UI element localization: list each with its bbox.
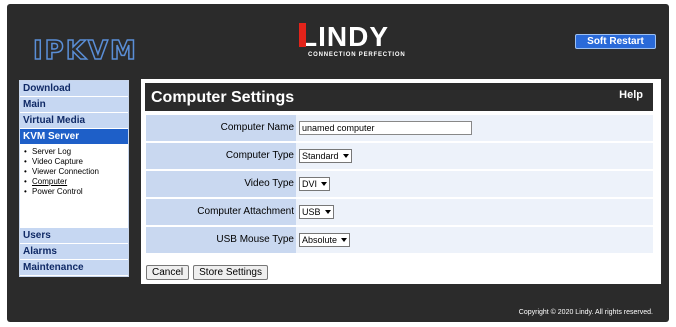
- sidebar-item-main[interactable]: Main: [20, 97, 128, 112]
- submenu-item-computer[interactable]: Computer: [24, 177, 128, 187]
- form-row-video-type: Video Type DVI: [146, 171, 653, 197]
- submenu-label: Computer: [32, 177, 68, 186]
- usb-mouse-type-label: USB Mouse Type: [146, 227, 296, 253]
- computer-attachment-value: USB: [302, 207, 321, 217]
- form-row-usb-mouse-type: USB Mouse Type Absolute: [146, 227, 653, 253]
- chevron-down-icon: [324, 210, 331, 214]
- form-row-computer-attachment: Computer Attachment USB: [146, 199, 653, 225]
- sidebar-item-download[interactable]: Download: [20, 81, 128, 96]
- sidebar-item-alarms[interactable]: Alarms: [20, 244, 128, 259]
- lindy-logo: LINDY CONNECTION PERFECTION: [300, 22, 420, 64]
- sidebar-item-users[interactable]: Users: [20, 228, 128, 243]
- sidebar-item-virtual-media[interactable]: Virtual Media: [20, 113, 128, 128]
- lindy-wordmark: LINDY: [300, 22, 420, 52]
- computer-type-value: Standard: [302, 151, 339, 161]
- chevron-down-icon: [342, 154, 349, 158]
- submenu-label: Video Capture: [32, 157, 83, 166]
- usb-mouse-type-select[interactable]: Absolute: [299, 233, 351, 247]
- computer-type-cell: Standard: [296, 143, 653, 169]
- submenu-label: Power Control: [32, 187, 83, 196]
- submenu-item-viewer-connection[interactable]: Viewer Connection: [24, 167, 128, 177]
- computer-attachment-cell: USB: [296, 199, 653, 225]
- help-link[interactable]: Help: [619, 89, 643, 101]
- soft-restart-button[interactable]: Soft Restart: [575, 34, 656, 49]
- computer-settings-form: Computer Name Computer Type Standard Vid…: [146, 115, 653, 255]
- submenu-label: Server Log: [32, 147, 72, 156]
- submenu-item-server-log[interactable]: Server Log: [24, 147, 128, 157]
- chevron-down-icon: [341, 238, 348, 242]
- computer-attachment-label: Computer Attachment: [146, 199, 296, 225]
- video-type-label: Video Type: [146, 171, 296, 197]
- sidebar-nav: Download Main Virtual Media KVM Server S…: [19, 80, 129, 277]
- store-settings-button[interactable]: Store Settings: [193, 265, 268, 280]
- logo-tagline: CONNECTION PERFECTION: [308, 52, 406, 58]
- usb-mouse-type-cell: Absolute: [296, 227, 653, 253]
- sidebar-item-maintenance[interactable]: Maintenance: [20, 260, 128, 275]
- submenu-item-video-capture[interactable]: Video Capture: [24, 157, 128, 167]
- video-type-select[interactable]: DVI: [299, 177, 331, 191]
- computer-name-input[interactable]: [299, 121, 472, 135]
- usb-mouse-type-value: Absolute: [302, 235, 338, 245]
- form-actions: Cancel Store Settings: [146, 265, 268, 280]
- computer-name-cell: [296, 115, 653, 141]
- computer-type-label: Computer Type: [146, 143, 296, 169]
- submenu-label: Viewer Connection: [32, 167, 100, 176]
- logo-wordmark-text: LINDY: [300, 21, 389, 52]
- form-row-computer-type: Computer Type Standard: [146, 143, 653, 169]
- panel-header: Computer Settings Help: [145, 83, 653, 111]
- submenu-item-power-control[interactable]: Power Control: [24, 187, 128, 197]
- main-panel: Computer Settings Help Computer Name Com…: [141, 79, 661, 284]
- form-row-computer-name: Computer Name: [146, 115, 653, 141]
- copyright-text: Copyright © 2020 Lindy. All rights reser…: [518, 309, 653, 316]
- sidebar-bottom-group: Users Alarms Maintenance: [20, 228, 128, 276]
- computer-attachment-select[interactable]: USB: [299, 205, 334, 219]
- cancel-button[interactable]: Cancel: [146, 265, 190, 280]
- page-title: Computer Settings: [151, 89, 295, 106]
- ipkvm-logo: IPKVM: [32, 35, 138, 67]
- video-type-cell: DVI: [296, 171, 653, 197]
- video-type-value: DVI: [302, 179, 318, 189]
- computer-name-label: Computer Name: [146, 115, 296, 141]
- sidebar-item-kvm-server[interactable]: KVM Server: [20, 129, 128, 144]
- chevron-down-icon: [321, 182, 328, 186]
- computer-type-select[interactable]: Standard: [299, 149, 352, 163]
